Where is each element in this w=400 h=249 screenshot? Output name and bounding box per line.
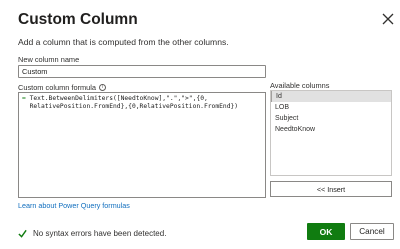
custom-column-dialog: Custom Column Add a column that is compu… [0, 0, 400, 249]
available-columns-label: Available columns [270, 81, 330, 90]
dialog-description: Add a column that is computed from the o… [18, 37, 229, 47]
formula-line-1: Text.BetweenDelimiters([NeedtoKnow],".",… [29, 95, 208, 102]
cancel-button[interactable]: Cancel [350, 223, 394, 240]
formula-line-2: RelativePosition.FromEnd},{0,RelativePos… [22, 103, 239, 110]
ok-button[interactable]: OK [307, 223, 345, 240]
new-column-name-label: New column name [18, 55, 80, 64]
available-column-item[interactable]: Subject [271, 113, 391, 124]
insert-button[interactable]: << Insert [270, 181, 392, 197]
formula-equals: = [22, 95, 30, 102]
learn-formulas-link[interactable]: Learn about Power Query formulas [18, 201, 130, 210]
available-column-item[interactable]: LOB [271, 102, 391, 113]
checkmark-icon [18, 229, 27, 238]
formula-label: Custom column formula [18, 83, 97, 92]
formula-editor[interactable]: = Text.BetweenDelimiters([NeedtoKnow],".… [18, 92, 266, 198]
syntax-status-text: No syntax errors have been detected. [33, 229, 167, 238]
available-column-item[interactable]: NeedtoKnow [271, 124, 391, 135]
available-column-item[interactable]: Id [271, 91, 391, 102]
available-columns-list[interactable]: Id LOB Subject NeedtoKnow [270, 90, 392, 176]
formula-label-row: Custom column formula i [18, 83, 107, 92]
new-column-name-input[interactable] [18, 65, 266, 78]
info-icon[interactable]: i [99, 84, 107, 91]
close-icon[interactable] [381, 12, 395, 26]
syntax-status: No syntax errors have been detected. [18, 229, 166, 238]
dialog-title: Custom Column [18, 11, 138, 28]
